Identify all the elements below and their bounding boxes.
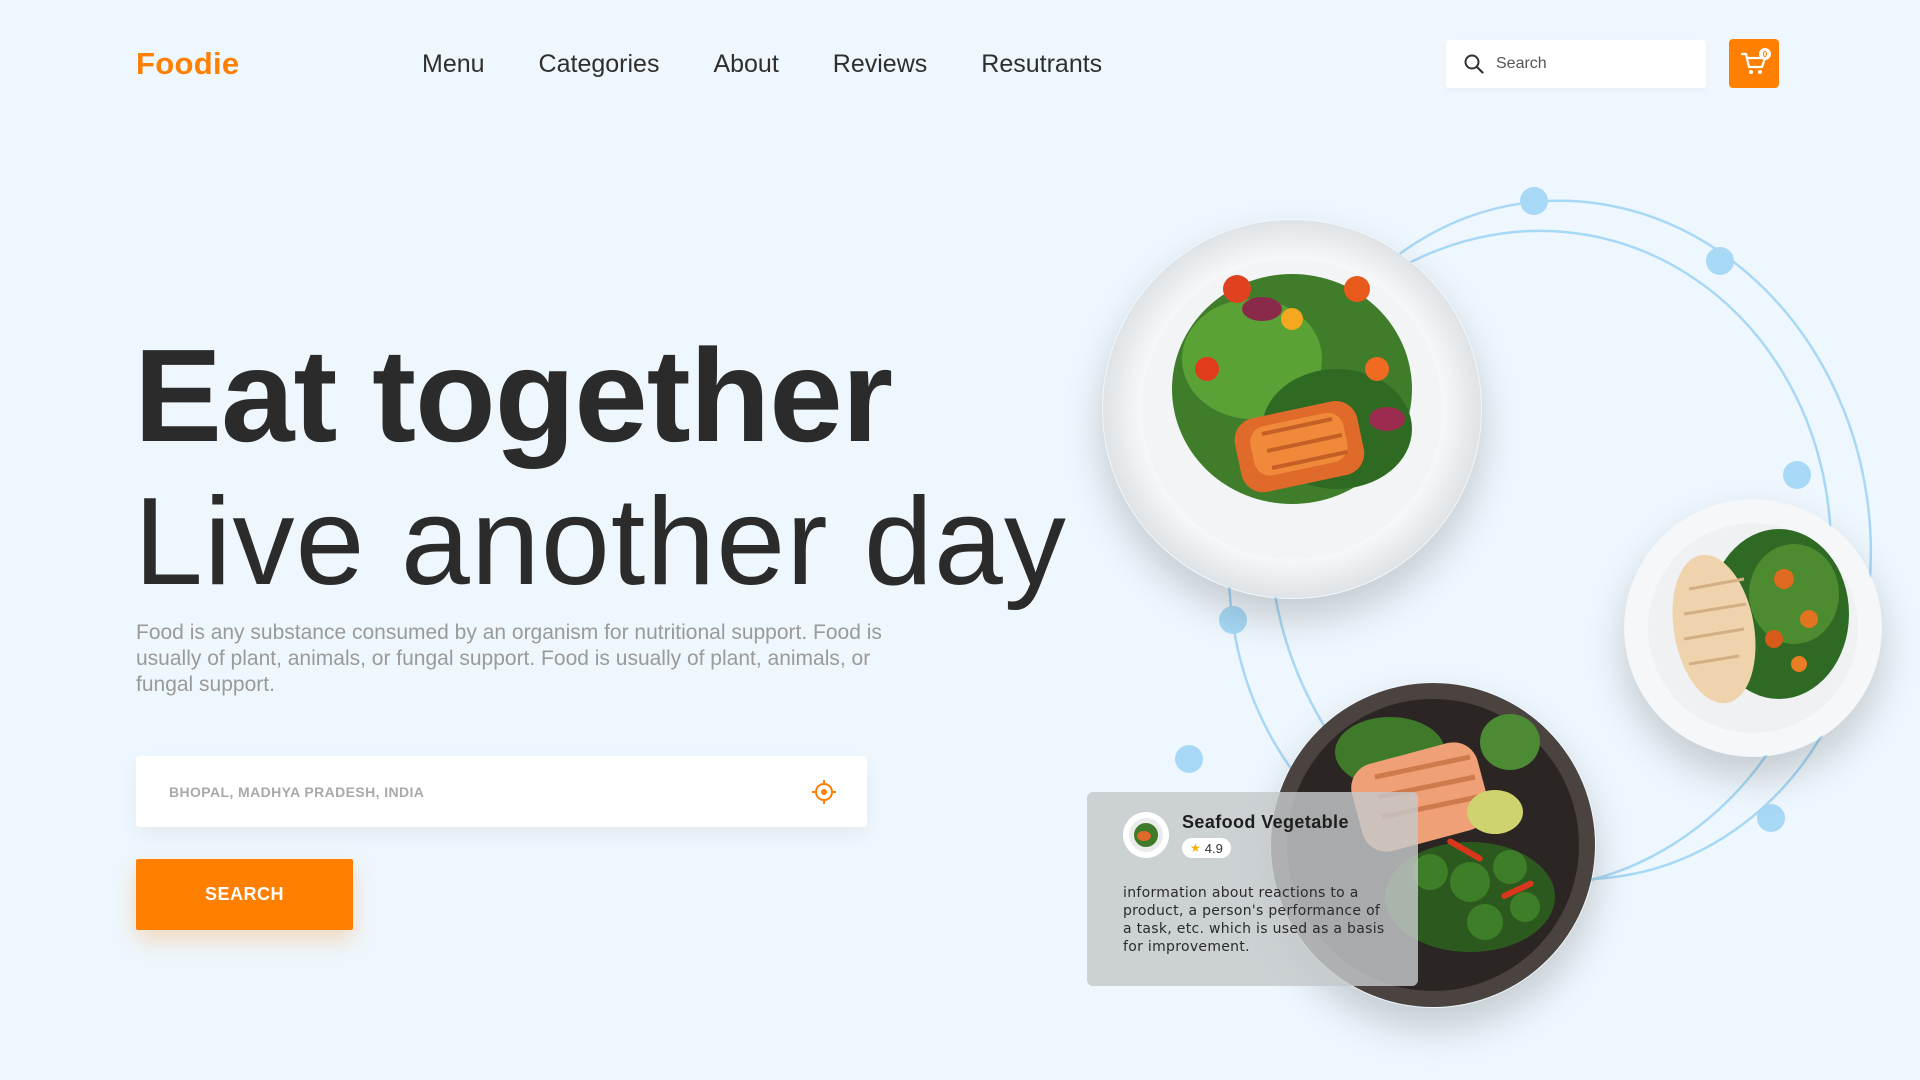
dish-avatar xyxy=(1123,812,1169,858)
orbit-dot xyxy=(1175,745,1203,773)
orbit-dot xyxy=(1783,461,1811,489)
salmon-salad-plate-image xyxy=(1103,220,1481,598)
hero-title: Eat together xyxy=(134,322,893,469)
cart-button[interactable]: 0 xyxy=(1729,39,1779,88)
header-search[interactable] xyxy=(1446,40,1706,88)
crosshair-icon[interactable] xyxy=(811,779,837,805)
orbit-dot xyxy=(1706,247,1734,275)
nav-menu[interactable]: Menu xyxy=(422,50,485,79)
hero-subtitle: Live another day xyxy=(134,473,1067,611)
star-icon: ★ xyxy=(1190,841,1201,855)
orbit-dot xyxy=(1219,606,1247,634)
nav-reviews[interactable]: Reviews xyxy=(833,50,927,79)
dish-description: information about reactions to a product… xyxy=(1123,885,1385,955)
chicken-salad-plate-image xyxy=(1625,500,1881,756)
nav-restaurants[interactable]: Resutrants xyxy=(981,50,1102,79)
search-input[interactable] xyxy=(1496,55,1686,73)
rating-value: 4.9 xyxy=(1204,840,1223,856)
dish-thumbnail-icon xyxy=(1129,818,1163,852)
nav-about[interactable]: About xyxy=(713,50,778,79)
orbit-dot xyxy=(1757,804,1785,832)
rating-badge: ★ 4.9 xyxy=(1182,838,1231,858)
location-field[interactable] xyxy=(136,756,867,827)
main-nav: Menu Categories About Reviews Resutrants xyxy=(422,50,1156,79)
orbit-dot xyxy=(1520,187,1548,215)
search-button[interactable]: SEARCH xyxy=(136,859,353,930)
location-input[interactable] xyxy=(169,783,769,800)
search-icon xyxy=(1464,54,1484,74)
dish-info-card[interactable]: Seafood Vegetable ★ 4.9 information abou… xyxy=(1087,792,1418,986)
logo[interactable]: Foodie xyxy=(136,46,239,82)
cart-count-badge: 0 xyxy=(1759,48,1771,60)
dish-title: Seafood Vegetable xyxy=(1182,812,1349,832)
hero-description: Food is any substance consumed by an org… xyxy=(136,621,882,696)
nav-categories[interactable]: Categories xyxy=(539,50,660,79)
